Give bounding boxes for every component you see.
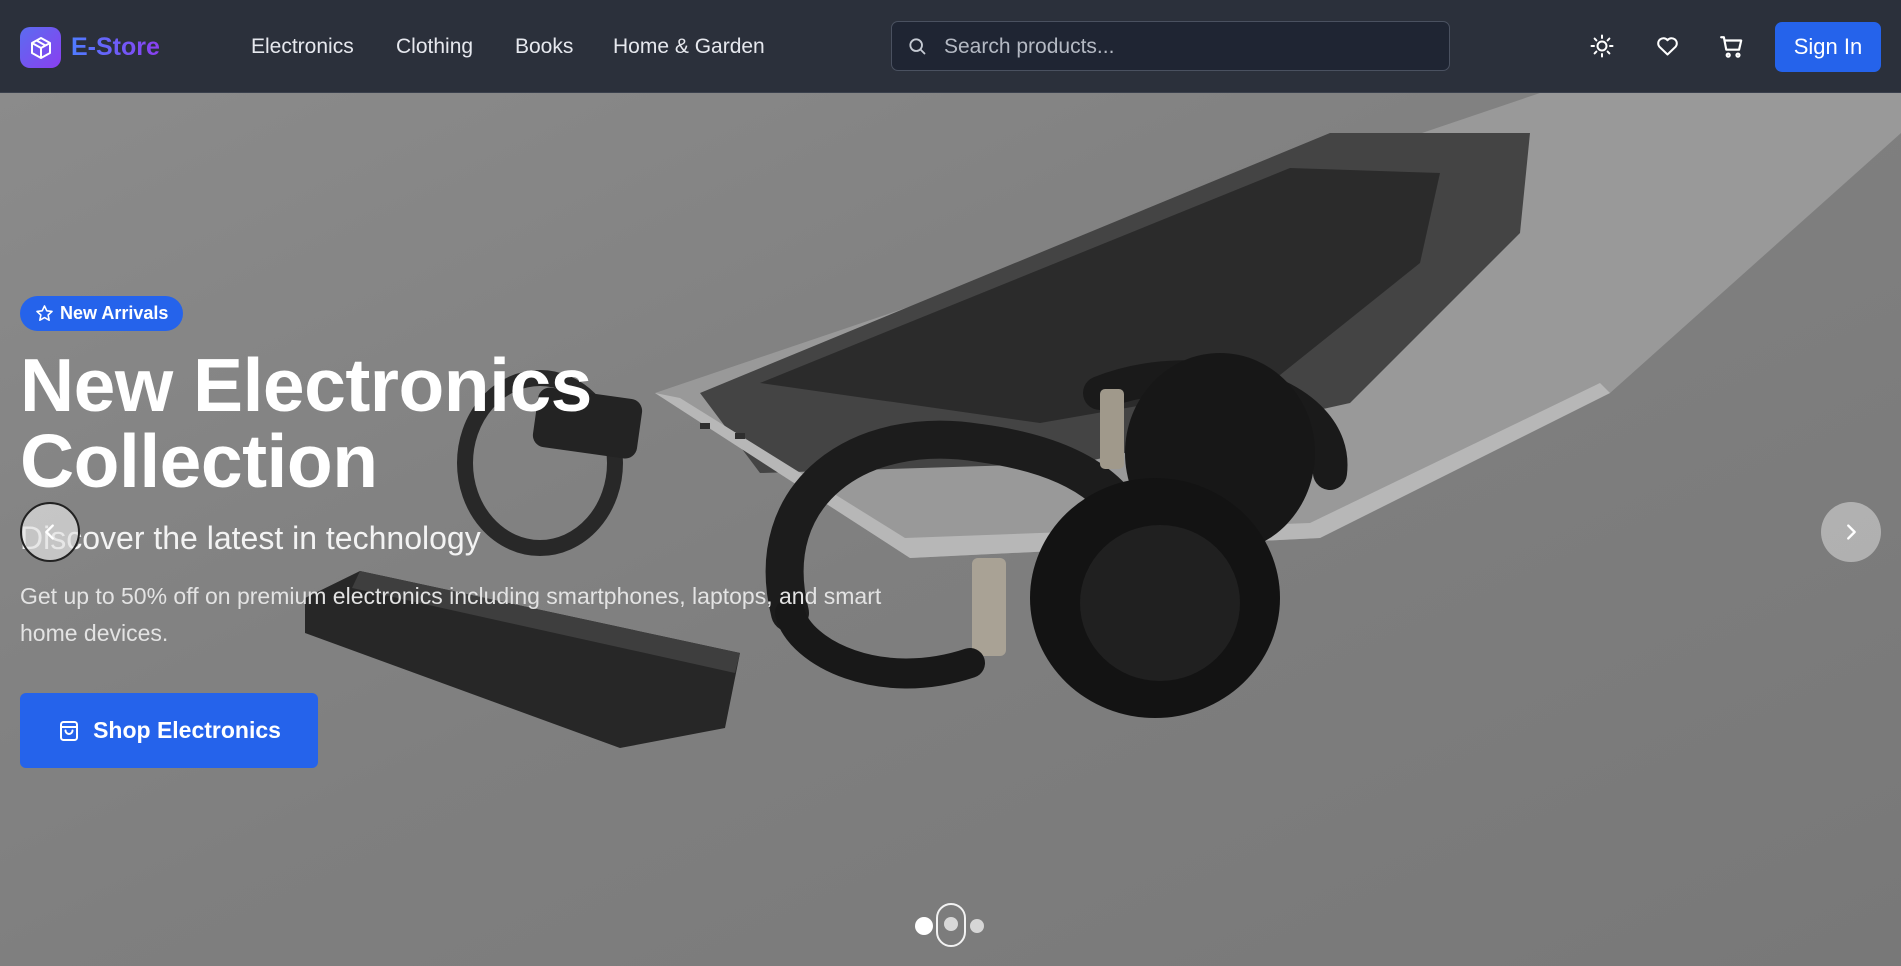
shop-electronics-button[interactable]: Shop Electronics bbox=[20, 693, 318, 768]
carousel-dot-2[interactable] bbox=[936, 903, 966, 947]
nav-link-home-garden[interactable]: Home & Garden bbox=[613, 34, 765, 60]
shop-electronics-label: Shop Electronics bbox=[93, 717, 281, 743]
chevron-left-icon bbox=[45, 524, 54, 540]
carousel-next-button[interactable] bbox=[1821, 502, 1881, 562]
heart-icon[interactable] bbox=[1655, 34, 1680, 58]
carousel-indicators bbox=[915, 903, 985, 947]
hero-title-line-2: Collection bbox=[20, 419, 378, 503]
sun-icon[interactable] bbox=[1590, 34, 1614, 58]
top-navigation-bar: E-Store Electronics Clothing Books Home … bbox=[0, 0, 1901, 93]
sign-in-button[interactable]: Sign In bbox=[1775, 22, 1881, 72]
star-icon bbox=[36, 305, 53, 322]
carousel-dot-1[interactable] bbox=[915, 917, 933, 935]
nav-link-clothing[interactable]: Clothing bbox=[396, 34, 473, 60]
new-arrivals-badge: New Arrivals bbox=[20, 296, 184, 331]
hero-title-line-1: New Electronics bbox=[20, 343, 592, 427]
hero-carousel: New Arrivals New Electronics Collection … bbox=[0, 93, 1901, 966]
shopping-bag-icon bbox=[60, 720, 79, 741]
nav-link-electronics[interactable]: Electronics bbox=[251, 34, 354, 60]
search-icon bbox=[909, 38, 926, 55]
brand-name[interactable]: E-Store bbox=[71, 31, 160, 63]
cart-icon[interactable] bbox=[1719, 34, 1745, 60]
logo-box-icon[interactable] bbox=[20, 27, 61, 68]
search-bar[interactable] bbox=[891, 21, 1450, 71]
chevron-right-icon bbox=[1847, 524, 1856, 540]
search-input[interactable] bbox=[942, 24, 1441, 70]
carousel-prev-button[interactable] bbox=[20, 502, 80, 562]
hero-subtitle: Discover the latest in technology bbox=[20, 520, 481, 556]
hero-title: New Electronics Collection bbox=[20, 347, 592, 499]
badge-label: New Arrivals bbox=[60, 303, 169, 323]
hero-description: Get up to 50% off on premium electronics… bbox=[20, 583, 882, 646]
carousel-dot-3[interactable] bbox=[970, 919, 984, 933]
nav-link-books[interactable]: Books bbox=[515, 34, 573, 60]
